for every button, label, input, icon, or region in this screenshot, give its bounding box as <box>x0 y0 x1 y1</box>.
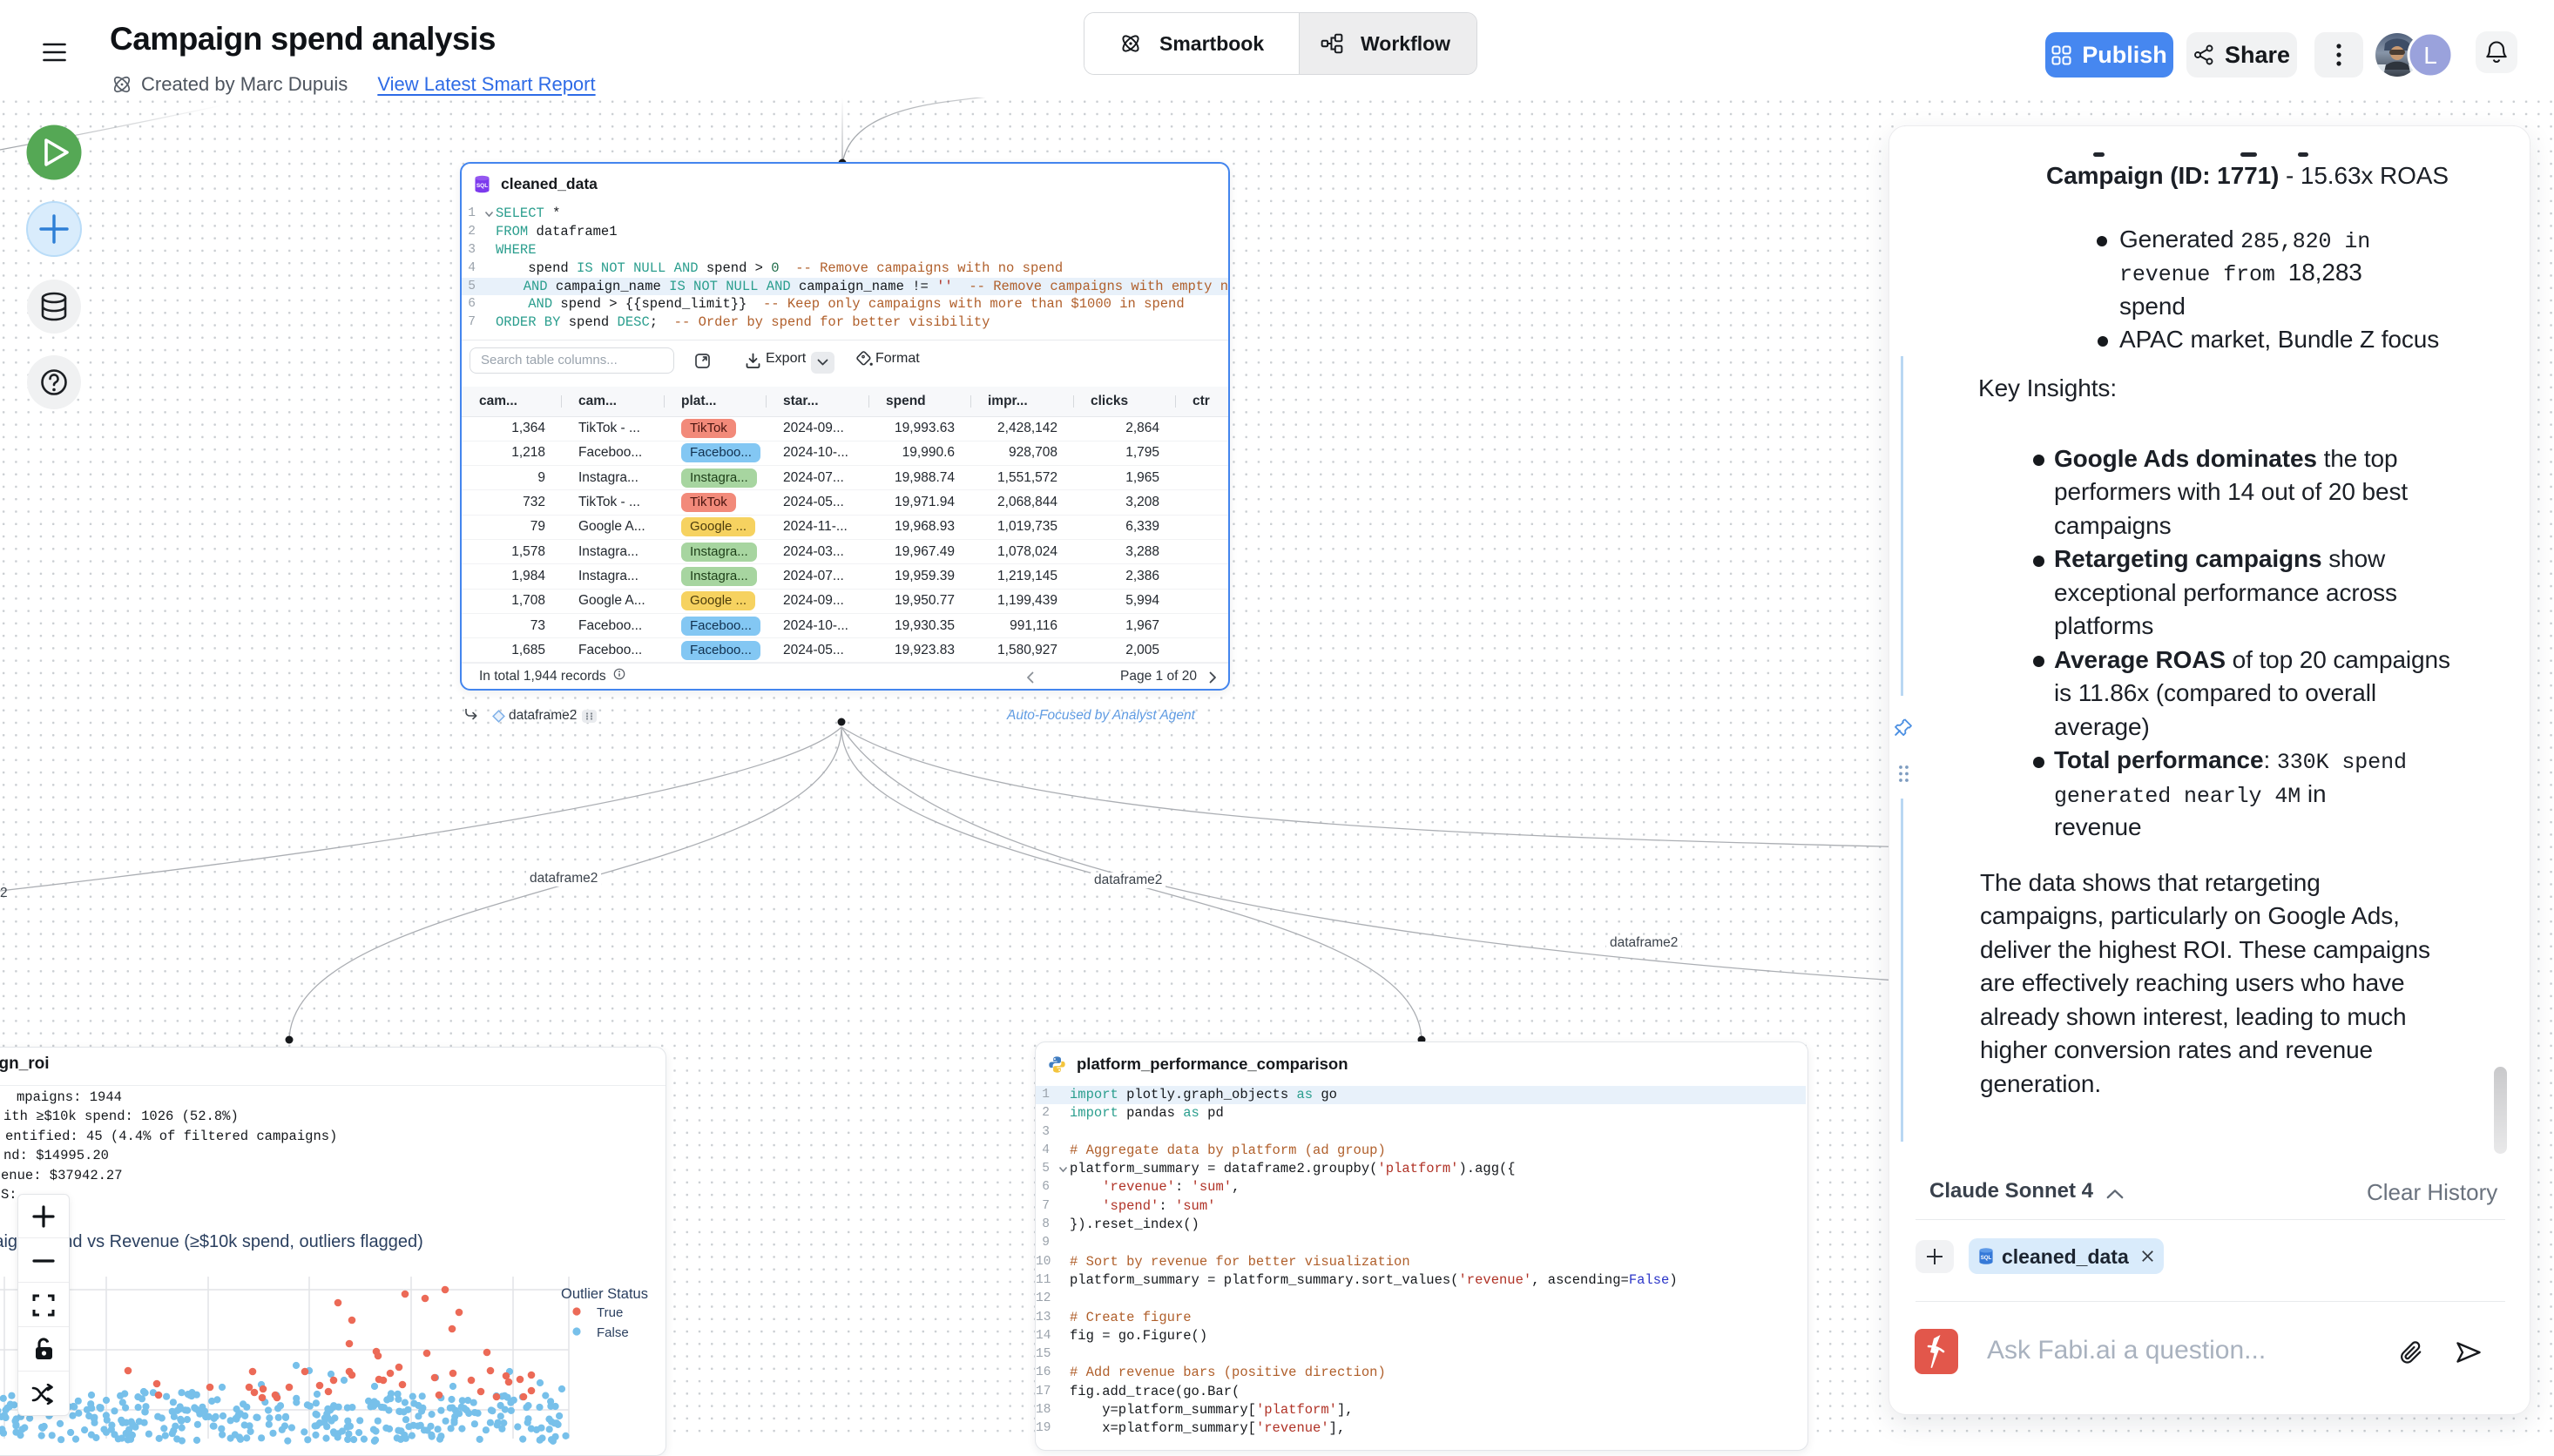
svg-text:L: L <box>2423 42 2437 69</box>
svg-text:Outlier Status: Outlier Status <box>561 1286 648 1302</box>
svg-text:True: True <box>597 1305 623 1320</box>
svg-text:SQL: SQL <box>476 183 488 189</box>
svg-text:False: False <box>597 1325 629 1340</box>
svg-text:SQL: SQL <box>1981 1255 1992 1261</box>
